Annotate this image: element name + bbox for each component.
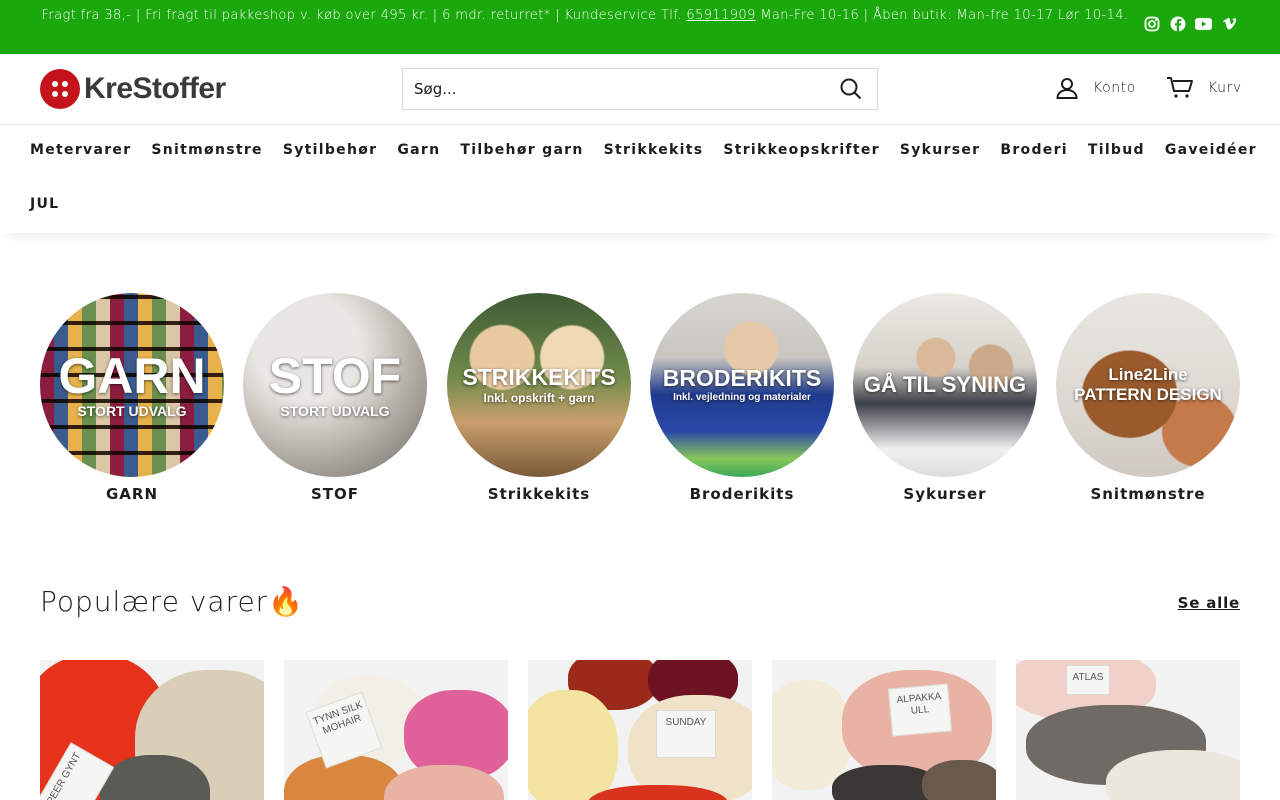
yarn-band: ATLAS: [1066, 665, 1110, 695]
category-snitmonstre[interactable]: Line2Line PATTERN DESIGN Snitmønstre: [1056, 293, 1240, 503]
category-garn[interactable]: GARN STORT UDVALG GARN: [40, 293, 224, 503]
overlay-subtitle: STORT UDVALG: [280, 403, 390, 419]
account-label: Konto: [1093, 80, 1136, 96]
category-label: Broderikits: [689, 485, 795, 503]
nav-row: JUL: [30, 196, 59, 212]
overlay-title: BRODERIKITS: [662, 365, 822, 391]
search-icon: [840, 78, 862, 100]
main-nav: Metervarer Snitmønstre Sytilbehør Garn T…: [0, 125, 1280, 233]
category-image: STOF STORT UDVALG: [243, 293, 427, 477]
cart-link[interactable]: Kurv: [1166, 76, 1242, 100]
announcement-hours: Man-Fre 10-16 | Åben butik: Man-fre 10-1…: [755, 8, 1129, 23]
overlay-subtitle: Inkl. vejledning og materialer: [673, 392, 811, 403]
nav-item-sykurser[interactable]: Sykurser: [900, 142, 981, 158]
category-overlay: GARN STORT UDVALG: [40, 293, 224, 477]
yarn-image: [922, 760, 996, 800]
announcement-bar: Fragt fra 38,- | Fri fragt til pakkeshop…: [0, 0, 1280, 54]
overlay-subtitle: PATTERN DESIGN: [1074, 384, 1222, 404]
product-card[interactable]: ATLAS: [1016, 660, 1240, 800]
nav-item-snitmonstre[interactable]: Snitmønstre: [151, 142, 262, 158]
yarn-image: [772, 680, 852, 790]
search-input[interactable]: [403, 69, 831, 109]
search-bar: [402, 68, 878, 110]
nav-item-tilbehor-garn[interactable]: Tilbehør garn: [460, 142, 583, 158]
logo-button-icon: [40, 69, 80, 109]
nav-item-tilbud[interactable]: Tilbud: [1088, 142, 1145, 158]
overlay-title: STOF: [268, 348, 402, 404]
yarn-band: ALPAKKA ULL: [888, 683, 952, 737]
product-grid: PEER GYNT TYNN SILK MOHAIR SUNDAY ALPAKK…: [40, 660, 1240, 800]
category-image: BRODERIKITS Inkl. vejledning og material…: [650, 293, 834, 477]
category-label: Strikkekits: [487, 485, 591, 503]
yarn-band: SUNDAY: [656, 710, 716, 758]
overlay-subtitle: Inkl. opskrift + garn: [483, 390, 595, 405]
nav-row: Metervarer Snitmønstre Sytilbehør Garn T…: [30, 142, 1257, 158]
cart-icon: [1167, 77, 1193, 98]
product-card[interactable]: ALPAKKA ULL: [772, 660, 996, 800]
category-image: GARN STORT UDVALG: [40, 293, 224, 477]
category-label: GARN: [105, 485, 159, 503]
nav-item-sytilbehor[interactable]: Sytilbehør: [283, 142, 378, 158]
category-stof[interactable]: STOF STORT UDVALG STOF: [243, 293, 427, 503]
category-sykurser[interactable]: GÅ TIL SYNING Sykurser: [853, 293, 1037, 503]
category-image: Line2Line PATTERN DESIGN: [1056, 293, 1240, 477]
announcement-text: Fragt fra 38,- | Fri fragt til pakkeshop…: [30, 5, 1140, 27]
category-image: GÅ TIL SYNING: [853, 293, 1037, 477]
user-icon: [1056, 78, 1078, 99]
overlay-title: GÅ TIL SYNING: [863, 372, 1027, 397]
nav-item-strikkekits[interactable]: Strikkekits: [604, 142, 704, 158]
category-overlay: Line2Line PATTERN DESIGN: [1056, 293, 1240, 477]
search-button[interactable]: [831, 69, 871, 109]
nav-item-gaveideer[interactable]: Gaveidéer: [1165, 142, 1257, 158]
nav-item-jul[interactable]: JUL: [30, 196, 59, 212]
category-overlay: STRIKKEKITS Inkl. opskrift + garn: [447, 293, 631, 477]
category-broderikits[interactable]: BRODERIKITS Inkl. vejledning og material…: [650, 293, 834, 503]
nav-item-metervarer[interactable]: Metervarer: [30, 142, 131, 158]
cart-label: Kurv: [1208, 80, 1242, 96]
site-header: KreStoffer Konto Kurv: [0, 54, 1280, 125]
category-strikkekits[interactable]: STRIKKEKITS Inkl. opskrift + garn Strikk…: [447, 293, 631, 503]
category-grid: GARN STORT UDVALG GARN STOF STORT UDVALG…: [40, 293, 1240, 505]
account-link[interactable]: Konto: [1055, 76, 1136, 100]
product-card[interactable]: PEER GYNT: [40, 660, 264, 800]
instagram-icon[interactable]: [1143, 15, 1160, 32]
overlay-title: Line2Line: [1108, 364, 1188, 384]
category-overlay: GÅ TIL SYNING: [853, 293, 1037, 477]
announcement-info: Fragt fra 38,- | Fri fragt til pakkeshop…: [41, 8, 687, 23]
phone-link[interactable]: 65911909: [686, 8, 755, 23]
vimeo-icon[interactable]: [1221, 15, 1238, 32]
product-card[interactable]: TYNN SILK MOHAIR: [284, 660, 508, 800]
category-overlay: STOF STORT UDVALG: [243, 293, 427, 477]
site-logo[interactable]: KreStoffer: [40, 68, 226, 110]
see-all-link[interactable]: Se alle: [1178, 594, 1240, 612]
nav-item-garn[interactable]: Garn: [397, 142, 440, 158]
yarn-image: [528, 690, 618, 800]
category-overlay: BRODERIKITS Inkl. vejledning og material…: [650, 293, 834, 477]
category-image: STRIKKEKITS Inkl. opskrift + garn: [447, 293, 631, 477]
overlay-title: GARN: [58, 348, 206, 404]
category-label: Sykurser: [903, 485, 987, 503]
nav-item-broderi[interactable]: Broderi: [1000, 142, 1068, 158]
overlay-title: STRIKKEKITS: [462, 363, 616, 390]
nav-item-strikkeopskrifter[interactable]: Strikkeopskrifter: [723, 142, 880, 158]
youtube-icon[interactable]: [1195, 15, 1212, 32]
social-links: [1143, 15, 1238, 32]
category-label: Snitmønstre: [1090, 485, 1206, 503]
category-label: STOF: [310, 485, 360, 503]
overlay-subtitle: STORT UDVALG: [77, 403, 187, 419]
product-card[interactable]: SUNDAY: [528, 660, 752, 800]
section-title: Populære varer🔥: [40, 585, 305, 618]
facebook-icon[interactable]: [1169, 15, 1186, 32]
logo-text: KreStoffer: [84, 72, 226, 105]
